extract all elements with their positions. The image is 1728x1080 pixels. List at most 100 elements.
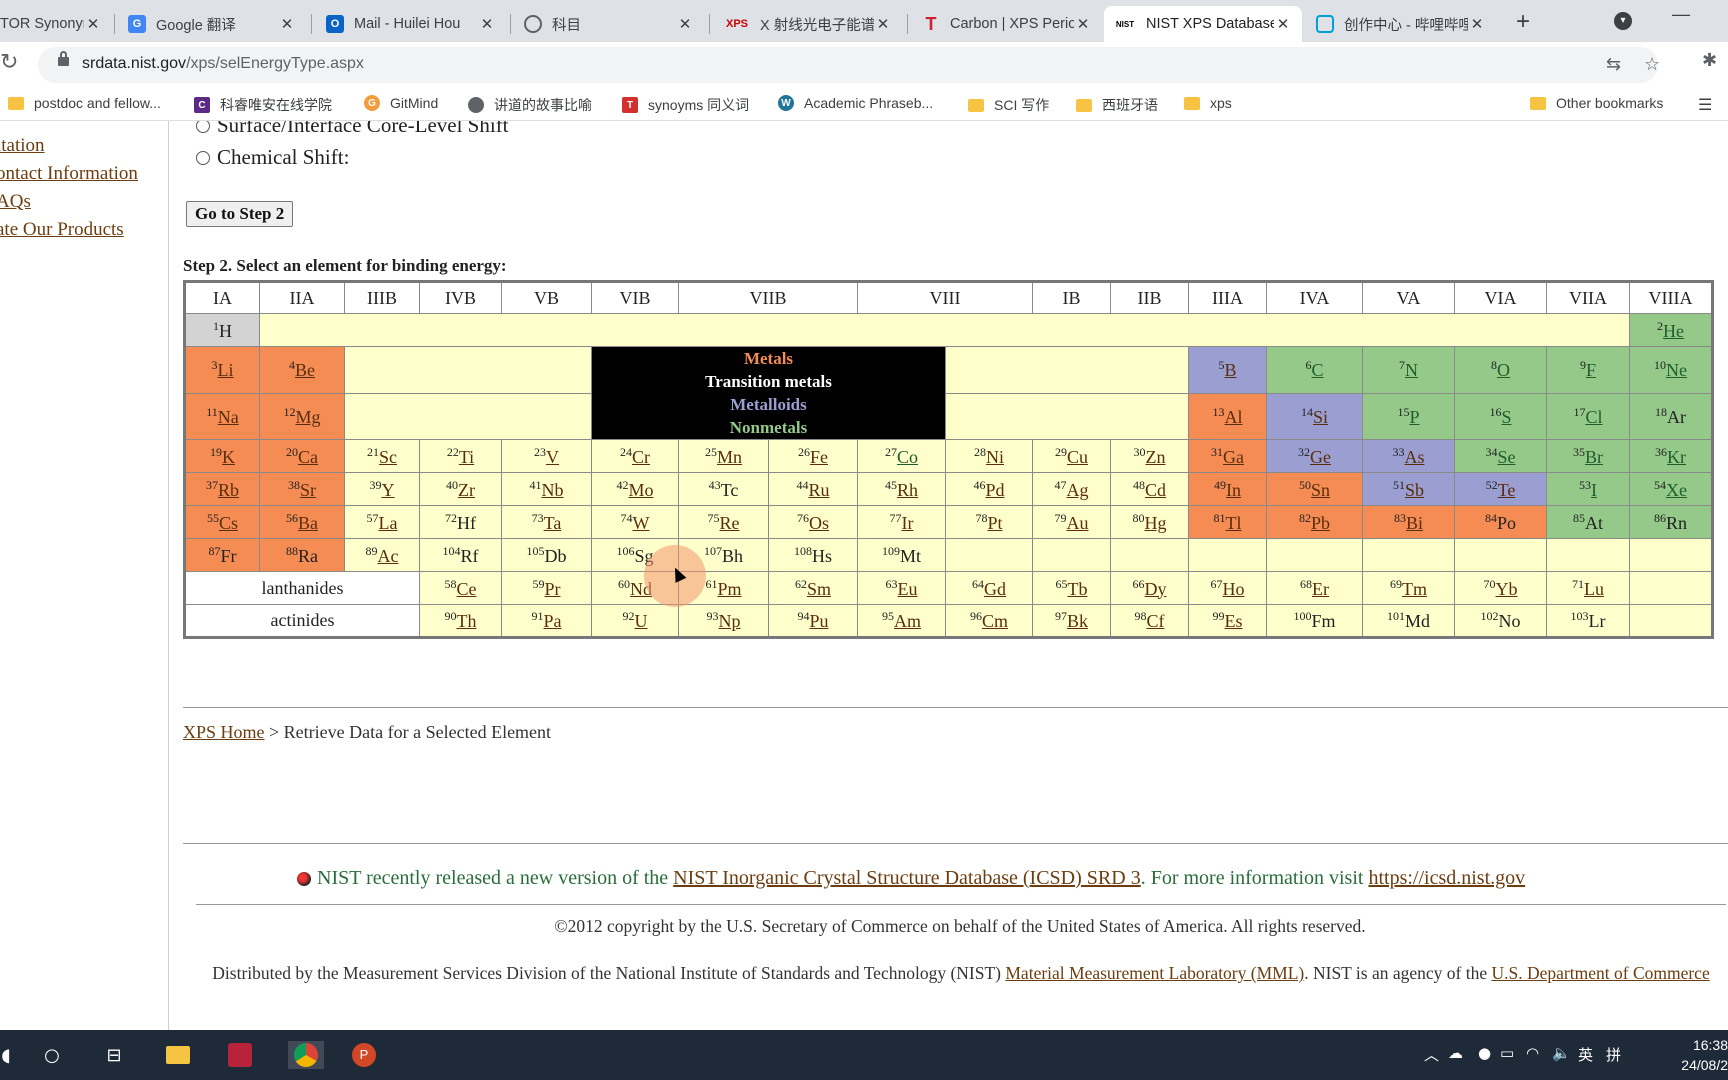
element-link[interactable]: P (1409, 407, 1419, 427)
element-link[interactable]: Pd (985, 480, 1004, 500)
reading-list-icon[interactable]: ☰ (1698, 95, 1712, 115)
element-cell-Ca[interactable]: 20Ca (259, 439, 345, 473)
element-cell-F[interactable]: 9F (1546, 346, 1630, 394)
element-cell-Cf[interactable]: 98Cf (1110, 604, 1189, 638)
element-cell-O[interactable]: 8O (1454, 346, 1547, 394)
element-cell-Md[interactable]: 101Md (1362, 604, 1455, 638)
element-link[interactable]: Sc (379, 447, 397, 467)
element-link[interactable]: Tm (1402, 579, 1427, 599)
element-cell-Eu[interactable]: 63Eu (857, 571, 946, 605)
element-cell-Ho[interactable]: 67Ho (1188, 571, 1267, 605)
element-cell-Ge[interactable]: 32Ge (1266, 439, 1363, 473)
element-link[interactable]: Cd (1145, 480, 1166, 500)
element-cell-H[interactable]: 1H (184, 313, 260, 347)
element-cell-Zr[interactable]: 40Zr (419, 472, 502, 506)
element-link[interactable]: Cu (1067, 447, 1088, 467)
element-cell-N[interactable]: 7N (1362, 346, 1455, 394)
search-icon[interactable]: ○ (38, 1041, 66, 1069)
star-icon[interactable]: ☆ (1644, 54, 1660, 75)
element-link[interactable]: Ne (1666, 360, 1687, 380)
element-cell-Ga[interactable]: 31Ga (1188, 439, 1267, 473)
bookmark-synonyms[interactable]: Tsynoyms 同义词 (622, 95, 749, 115)
element-cell-Pu[interactable]: 94Pu (768, 604, 858, 638)
element-link[interactable]: Br (1585, 447, 1603, 467)
element-cell-C[interactable]: 6C (1266, 346, 1363, 394)
bookmark-other[interactable]: Other bookmarks (1530, 95, 1663, 111)
close-icon[interactable]: ✕ (1468, 15, 1486, 33)
element-cell-Am[interactable]: 95Am (857, 604, 946, 638)
element-cell-Xe[interactable]: 54Xe (1629, 472, 1713, 506)
element-cell-Ce[interactable]: 58Ce (419, 571, 502, 605)
element-cell-He[interactable]: 2He (1629, 313, 1713, 347)
input-language[interactable]: 英 (1578, 1044, 1593, 1065)
element-link[interactable]: Ho (1223, 579, 1245, 599)
close-icon[interactable]: ✕ (1074, 15, 1092, 33)
tab-bilibili[interactable]: 创作中心 - 哔哩哔哩 ✕ (1306, 6, 1496, 42)
element-link[interactable]: La (379, 513, 398, 533)
ime-mode[interactable]: 拼 (1606, 1044, 1621, 1065)
extensions-icon[interactable]: ✱ (1702, 50, 1717, 71)
element-link[interactable]: Rh (897, 480, 918, 500)
element-link[interactable]: Ba (298, 513, 318, 533)
element-cell-Zn[interactable]: 30Zn (1110, 439, 1189, 473)
element-cell-Sm[interactable]: 62Sm (768, 571, 858, 605)
cloud-icon[interactable]: ☁ (1448, 1044, 1463, 1062)
element-cell-Se[interactable]: 34Se (1454, 439, 1547, 473)
element-link[interactable]: Sm (807, 579, 831, 599)
element-link[interactable]: Hg (1145, 513, 1167, 533)
new-tab-button[interactable]: + (1516, 8, 1530, 36)
element-cell-Re[interactable]: 75Re (678, 505, 769, 539)
element-cell-Po[interactable]: 84Po (1454, 505, 1547, 539)
element-cell-Hs[interactable]: 108Hs (768, 538, 858, 572)
element-link[interactable]: Li (218, 360, 234, 380)
element-cell-Sb[interactable]: 51Sb (1362, 472, 1455, 506)
element-link[interactable]: Cs (219, 513, 238, 533)
element-link[interactable]: Ir (902, 513, 914, 533)
element-cell-Ta[interactable]: 73Ta (501, 505, 592, 539)
element-cell-Pa[interactable]: 91Pa (501, 604, 592, 638)
element-cell-Nb[interactable]: 41Nb (501, 472, 592, 506)
element-link[interactable]: S (1501, 407, 1511, 427)
element-cell-Ru[interactable]: 44Ru (768, 472, 858, 506)
element-cell-B[interactable]: 5B (1188, 346, 1267, 394)
element-link[interactable]: Xe (1666, 480, 1687, 500)
element-cell-Sc[interactable]: 21Sc (344, 439, 420, 473)
element-cell-Tc[interactable]: 43Tc (678, 472, 769, 506)
tab-search-icon[interactable]: ▾ (1614, 12, 1632, 30)
element-cell-Fe[interactable]: 26Fe (768, 439, 858, 473)
translate-icon[interactable]: ⇆ (1606, 54, 1621, 75)
element-link[interactable]: Eu (898, 579, 918, 599)
element-link[interactable]: Gd (984, 579, 1006, 599)
bookmark-sermon[interactable]: 讲道的故事比喻 (468, 95, 592, 115)
element-cell-As[interactable]: 33As (1362, 439, 1455, 473)
element-link[interactable]: Er (1312, 579, 1329, 599)
chevron-up-icon[interactable]: ︿ (1424, 1044, 1439, 1065)
element-cell-I[interactable]: 53I (1546, 472, 1630, 506)
element-link[interactable]: Sn (1311, 480, 1330, 500)
element-link[interactable]: Yb (1496, 579, 1518, 599)
element-cell-Te[interactable]: 52Te (1454, 472, 1547, 506)
tab-google-translate[interactable]: G Google 翻译 ✕ (118, 6, 306, 42)
microphone-icon[interactable]: ● (1478, 1044, 1491, 1062)
tab-mail[interactable]: O Mail - Huilei Hou ✕ (316, 6, 506, 42)
element-cell-Bi[interactable]: 83Bi (1362, 505, 1455, 539)
sidebar-link-contact[interactable]: ontact Information (0, 163, 138, 185)
tab-xps-cn[interactable]: XPS X 射线光电子能谱 ✕ (714, 6, 902, 42)
element-link[interactable]: Mo (628, 480, 653, 500)
element-link[interactable]: Bi (1406, 513, 1423, 533)
element-link[interactable]: Zr (458, 480, 475, 500)
element-cell-La[interactable]: 57La (344, 505, 420, 539)
element-cell-Rn[interactable]: 86Rn (1629, 505, 1713, 539)
powerpoint-icon[interactable]: P (350, 1041, 378, 1069)
element-link[interactable]: Nb (542, 480, 564, 500)
element-cell-Cm[interactable]: 96Cm (945, 604, 1033, 638)
reload-icon[interactable]: ↻ (0, 50, 18, 75)
element-link[interactable]: Se (1498, 447, 1516, 467)
element-cell-Tl[interactable]: 81Tl (1188, 505, 1267, 539)
element-link[interactable]: Es (1225, 611, 1243, 631)
element-cell-Al[interactable]: 13Al (1188, 392, 1267, 440)
tab-thesaurus[interactable]: TOR Synonym ✕ (0, 6, 112, 42)
element-cell-Cs[interactable]: 55Cs (184, 505, 260, 539)
element-link[interactable]: F (1586, 360, 1596, 380)
element-link[interactable]: Fe (810, 447, 828, 467)
